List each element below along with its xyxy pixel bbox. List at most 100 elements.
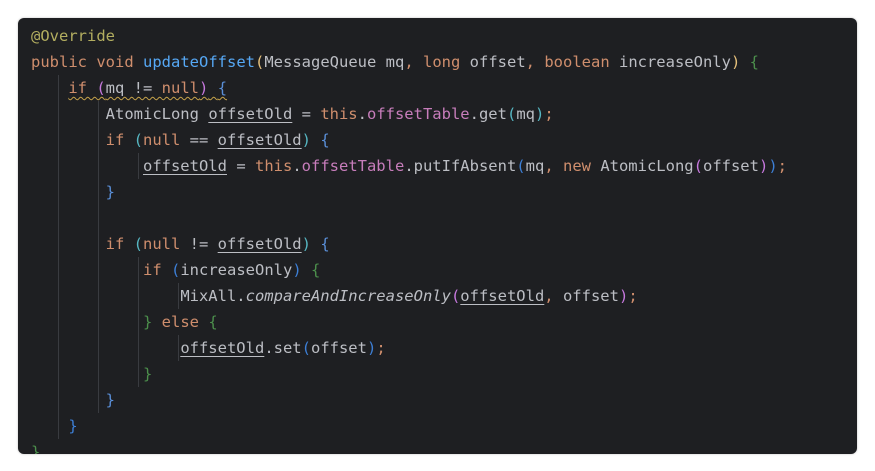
indentation bbox=[31, 79, 68, 97]
code-line[interactable]: } bbox=[31, 413, 857, 439]
code-line-content: } bbox=[31, 417, 78, 435]
code-token: MixAll. bbox=[180, 287, 246, 305]
code-token: mq bbox=[516, 105, 535, 123]
code-line[interactable]: if (null != offsetOld) { bbox=[31, 231, 857, 257]
code-line[interactable]: AtomicLong offsetOld = this.offsetTable.… bbox=[31, 101, 857, 127]
code-token: offset bbox=[562, 287, 619, 305]
code-token: else bbox=[161, 313, 209, 331]
code-token: offset bbox=[469, 53, 526, 71]
code-token: { bbox=[320, 235, 330, 253]
code-token: boolean bbox=[544, 53, 619, 71]
code-line[interactable]: } else { bbox=[31, 309, 857, 335]
code-token: ) bbox=[758, 157, 769, 175]
code-token: offsetOld bbox=[217, 131, 302, 149]
code-line-content bbox=[31, 209, 106, 227]
code-token: compareAndIncreaseOnly bbox=[245, 287, 451, 305]
code-token: this bbox=[320, 105, 358, 123]
code-token: , bbox=[544, 287, 563, 305]
code-line-content: offsetOld = this.offsetTable.putIfAbsent… bbox=[31, 157, 787, 175]
code-line[interactable]: offsetOld.set(offset); bbox=[31, 335, 857, 361]
code-token: void bbox=[96, 53, 143, 71]
code-token: null bbox=[161, 79, 199, 97]
code-token: mq != bbox=[105, 79, 162, 97]
code-line[interactable]: } bbox=[31, 179, 857, 205]
code-line[interactable]: if (null == offsetOld) { bbox=[31, 127, 857, 153]
code-token: ( bbox=[254, 53, 265, 71]
code-token: } bbox=[68, 417, 78, 435]
code-line-content: } bbox=[31, 443, 40, 454]
code-token: } bbox=[142, 365, 153, 383]
indentation bbox=[31, 235, 106, 253]
indentation bbox=[31, 365, 143, 383]
code-line[interactable] bbox=[31, 205, 857, 231]
indentation bbox=[31, 209, 106, 227]
code-token: ( bbox=[450, 287, 461, 305]
code-line[interactable]: @Override bbox=[31, 23, 857, 49]
code-line-content: if (mq != null) { bbox=[31, 79, 227, 97]
code-token: ; bbox=[544, 105, 554, 123]
code-token: { bbox=[311, 261, 321, 279]
code-token: ) bbox=[301, 131, 311, 149]
code-block[interactable]: @Override public void updateOffset(Messag… bbox=[31, 23, 857, 454]
code-token: if bbox=[142, 261, 171, 279]
code-line[interactable]: if (increaseOnly) { bbox=[31, 257, 857, 283]
code-token: = bbox=[292, 105, 321, 123]
code-token: @Override bbox=[31, 27, 115, 45]
code-token: ( bbox=[133, 131, 143, 149]
code-line[interactable]: public void updateOffset(MessageQueue mq… bbox=[31, 49, 857, 75]
code-token: ( bbox=[506, 105, 517, 123]
code-token: increaseOnly bbox=[180, 261, 293, 279]
code-token: .putIfAbsent bbox=[404, 157, 517, 175]
code-token: ( bbox=[170, 261, 181, 279]
code-line-content: public void updateOffset(MessageQueue mq… bbox=[31, 53, 759, 71]
code-token: ) bbox=[618, 287, 629, 305]
indentation bbox=[31, 105, 106, 123]
code-token: ; bbox=[376, 339, 386, 357]
code-line-content: } bbox=[31, 365, 152, 383]
code-token: ) bbox=[199, 79, 209, 97]
code-token: ; bbox=[628, 287, 638, 305]
code-token: ( bbox=[693, 157, 703, 175]
code-token: = bbox=[226, 157, 255, 175]
code-line[interactable]: offsetOld = this.offsetTable.putIfAbsent… bbox=[31, 153, 857, 179]
code-token: updateOffset bbox=[143, 53, 255, 71]
code-line-content: AtomicLong offsetOld = this.offsetTable.… bbox=[31, 105, 554, 123]
code-editor[interactable]: @Override public void updateOffset(Messag… bbox=[18, 18, 857, 454]
code-token: if bbox=[68, 79, 97, 97]
indentation bbox=[31, 157, 143, 175]
code-token: ( bbox=[301, 339, 311, 357]
code-line[interactable]: if (mq != null) { bbox=[31, 75, 857, 101]
code-token: ) bbox=[534, 105, 545, 123]
code-token: offsetTable bbox=[366, 105, 470, 123]
code-line-content: } bbox=[31, 183, 115, 201]
code-line[interactable]: } bbox=[31, 387, 857, 413]
code-token: ( bbox=[516, 157, 526, 175]
code-token: ) bbox=[730, 53, 750, 71]
code-token: { bbox=[208, 313, 218, 331]
code-line[interactable]: MixAll.compareAndIncreaseOnly(offsetOld,… bbox=[31, 283, 857, 309]
code-token: ) bbox=[366, 339, 377, 357]
code-token: null bbox=[143, 131, 181, 149]
indentation bbox=[31, 261, 143, 279]
code-token: mq bbox=[525, 157, 545, 175]
indentation bbox=[31, 313, 143, 331]
code-token: ( bbox=[133, 235, 143, 253]
code-token: offset bbox=[310, 339, 367, 357]
code-line-content: @Override bbox=[31, 27, 115, 45]
code-line-content: offsetOld.set(offset); bbox=[31, 339, 386, 357]
code-token: AtomicLong bbox=[600, 157, 694, 175]
code-line[interactable]: } bbox=[31, 361, 857, 387]
code-token: long bbox=[422, 53, 470, 71]
code-token: { bbox=[749, 53, 759, 71]
code-line-content: if (increaseOnly) { bbox=[31, 261, 320, 279]
code-token: { bbox=[217, 79, 228, 97]
code-line[interactable]: } bbox=[31, 439, 857, 454]
code-token: if bbox=[105, 131, 134, 149]
code-token: , bbox=[544, 157, 563, 175]
code-token: } bbox=[142, 313, 162, 331]
code-token: offsetOld bbox=[460, 287, 545, 305]
code-line-content: } else { bbox=[31, 313, 218, 331]
code-token: offsetOld bbox=[142, 157, 227, 175]
